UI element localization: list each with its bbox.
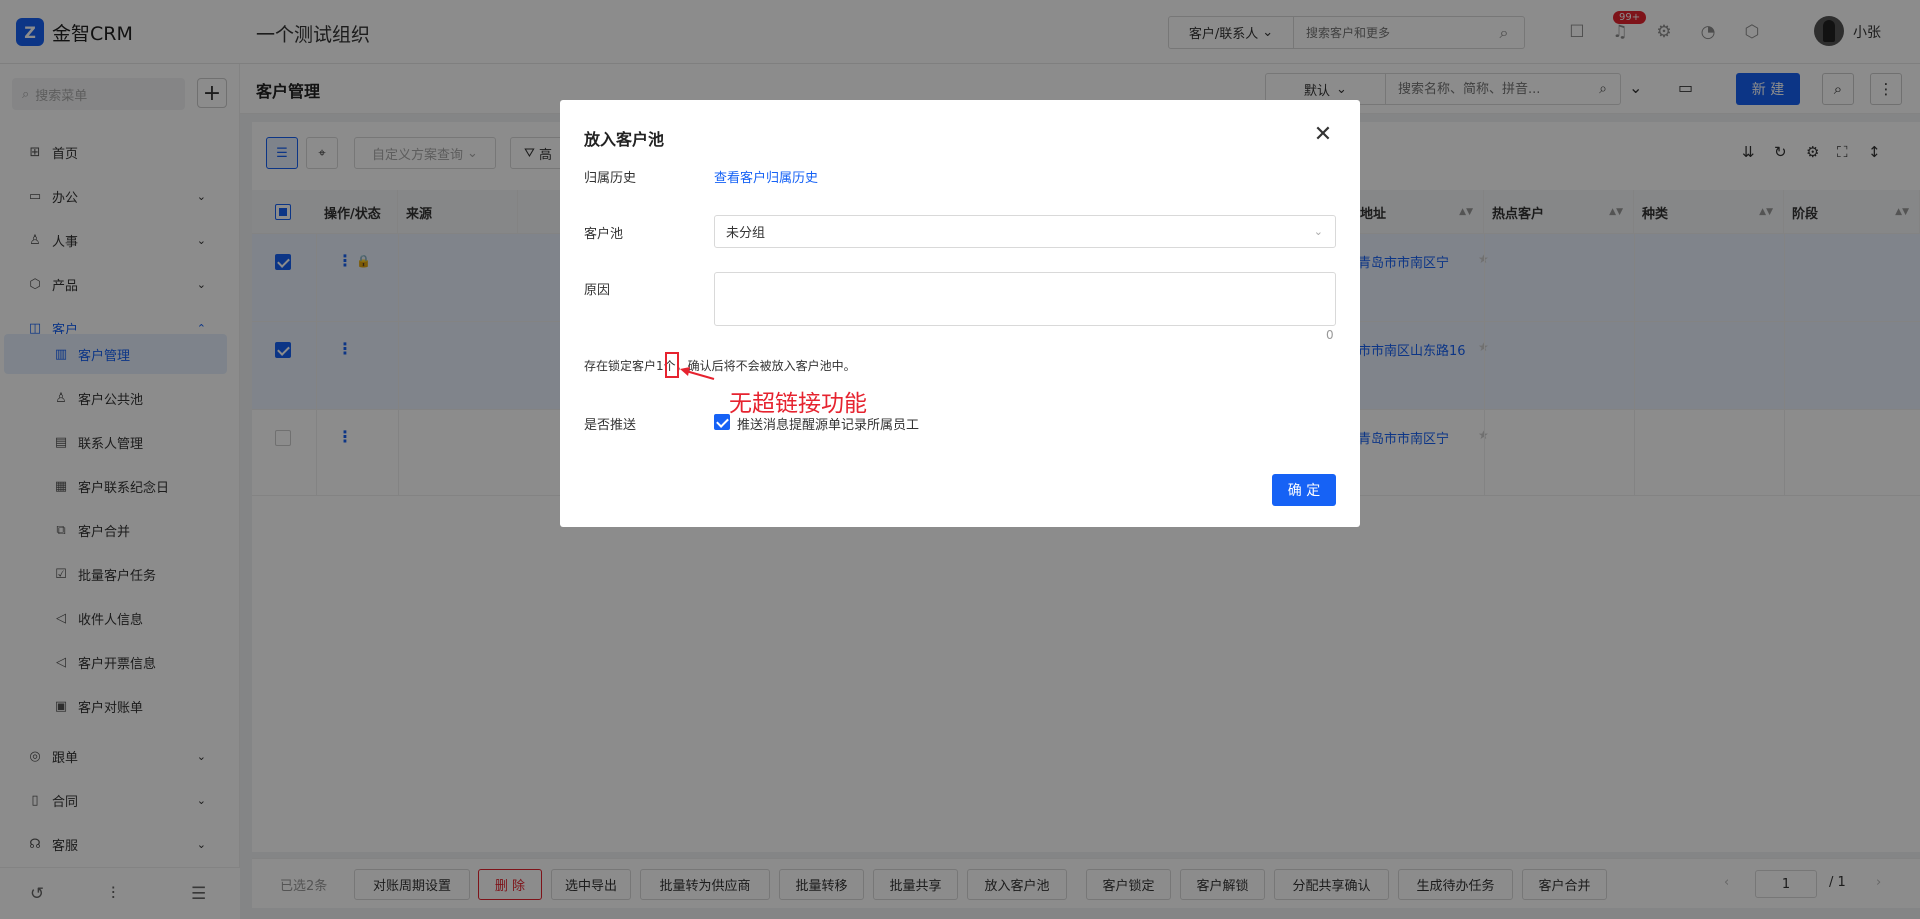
close-icon[interactable]: ✕ [1309,120,1337,148]
reason-label: 原因 [584,283,611,298]
push-checkbox[interactable] [714,414,730,430]
move-to-pool-dialog: 放入客户池 ✕ 归属历史 查看客户归属历史 客户池 未分组 ⌄ 原因 0 存在锁定… [560,100,1360,527]
pool-label: 客户池 [584,227,624,242]
pool-select[interactable]: 未分组 ⌄ [714,215,1336,248]
reason-textarea[interactable] [714,272,1336,326]
dialog-title: 放入客户池 [584,130,665,149]
view-history-link[interactable]: 查看客户归属历史 [714,167,818,186]
annotation-text: 无超链接功能 [729,391,867,417]
push-option-label[interactable]: 推送消息提醒源单记录所属员工 [737,414,919,433]
history-label: 归属历史 [584,171,637,186]
push-label: 是否推送 [584,418,637,433]
annotation-arrow-icon [680,367,715,380]
confirm-button[interactable]: 确 定 [1272,474,1336,506]
annotation-box [665,352,679,378]
chevron-down-icon: ⌄ [1313,225,1323,238]
char-count: 0 [1326,328,1334,342]
locked-notice: 存在锁定客户1个，确认后将不会被放入客户池中。 [584,359,856,373]
